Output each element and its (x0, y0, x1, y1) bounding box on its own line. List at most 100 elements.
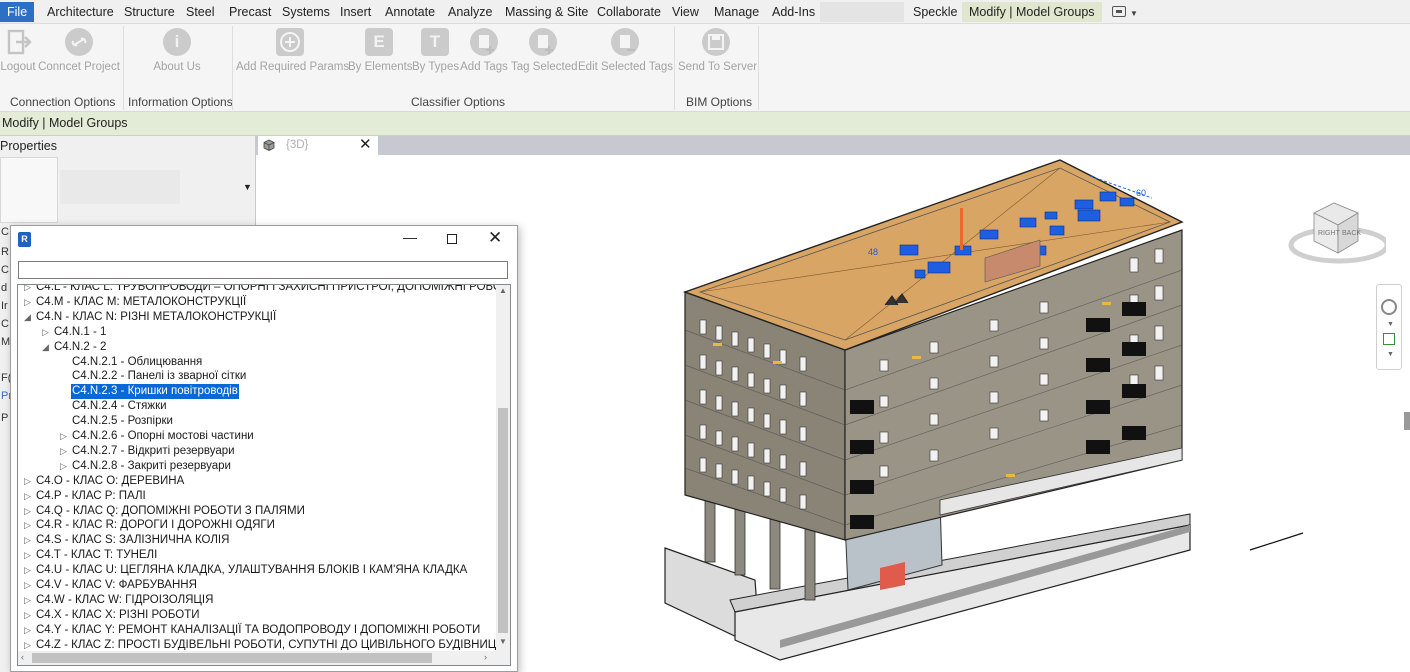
menu-systems[interactable]: Systems (280, 2, 332, 22)
wheel-options-caret-icon[interactable]: ▼ (1387, 321, 1394, 328)
tree-node[interactable]: ▷ C4.V - КЛАС V: ФАРБУВАННЯ (18, 578, 496, 593)
menu-massing-site[interactable]: Massing & Site (503, 2, 590, 22)
tree-node[interactable]: ▷ C4.O - КЛАС O: ДЕРЕВИНА (18, 474, 496, 489)
tab-3d-view[interactable]: {3D} ✕ (258, 136, 378, 155)
by-types-button[interactable]: T By Types (412, 24, 459, 84)
collapsed-arrow-icon[interactable]: ▷ (24, 518, 34, 533)
collapsed-arrow-icon[interactable]: ▷ (24, 489, 34, 504)
quick-access-dropdown[interactable]: ▼ (1112, 6, 1140, 18)
edit-selected-tags-button[interactable]: Edit Selected Tags (578, 24, 673, 84)
collapsed-arrow-icon[interactable]: ▷ (24, 504, 34, 519)
menu-steel[interactable]: Steel (184, 2, 217, 22)
tree-node[interactable]: ▷ C4.N.1 - 1 (18, 325, 496, 340)
scroll-down-icon[interactable]: ▼ (499, 637, 507, 646)
tree-node[interactable]: ▷ C4.U - КЛАС U: ЦЕГЛЯНА КЛАДКА, УЛАШТУВА… (18, 563, 496, 578)
collapsed-arrow-icon[interactable]: ▷ (42, 325, 52, 340)
expanded-arrow-icon[interactable]: ◢ (24, 310, 34, 325)
tree-node[interactable]: ▷ C4.Y - КЛАС Y: РЕМОНТ КАНАЛІЗАЦІЇ ТА ВО… (18, 623, 496, 638)
collapsed-arrow-icon[interactable]: ▷ (24, 608, 34, 623)
menu-structure[interactable]: Structure (122, 2, 177, 22)
collapsed-arrow-icon[interactable]: ▷ (24, 474, 34, 489)
scroll-left-icon[interactable]: ‹ (21, 652, 24, 662)
scroll-right-icon[interactable]: › (484, 652, 487, 662)
menu-redacted-tab[interactable] (820, 2, 904, 22)
classifier-search-input[interactable] (18, 261, 508, 279)
menu-annotate[interactable]: Annotate (383, 2, 437, 22)
type-selector-blurred[interactable] (60, 170, 180, 204)
by-elements-button[interactable]: E By Elements (348, 24, 413, 84)
collapsed-arrow-icon[interactable]: ▷ (24, 548, 34, 563)
logout-button[interactable]: Logout (0, 24, 36, 84)
type-selector-caret-icon[interactable]: ▼ (243, 182, 252, 192)
tree-vertical-scrollbar[interactable]: ▲ ▼ (496, 285, 510, 651)
group-classifier-options: Classifier Options (411, 95, 506, 109)
menu-analyze[interactable]: Analyze (446, 2, 494, 22)
close-tab-icon[interactable]: ✕ (359, 135, 372, 153)
connect-project-button[interactable]: Conncet Project (38, 24, 120, 84)
about-us-button[interactable]: i About Us (146, 24, 208, 84)
scroll-thumb[interactable] (32, 653, 432, 663)
tree-horizontal-scrollbar[interactable]: ‹ › (18, 651, 496, 665)
tag-selected-button[interactable]: Tag Selected (511, 24, 578, 84)
tree-node[interactable]: ▷ C4.M - КЛАС M: МЕТАЛОКОНСТРУКЦІЇ (18, 295, 496, 310)
collapsed-arrow-icon[interactable]: ▷ (24, 533, 34, 548)
menu-architecture[interactable]: Architecture (45, 2, 116, 22)
zoom-region-icon[interactable] (1383, 333, 1395, 345)
tree-node[interactable]: C4.N.2.3 - Кришки повітроводів (18, 384, 496, 400)
collapsed-arrow-icon[interactable]: ▷ (24, 295, 34, 310)
tree-node[interactable]: ▷ C4.P - КЛАС P: ПАЛІ (18, 489, 496, 504)
tree-node[interactable]: ▷ C4.L - КЛАС L: ТРУБОПРОВОДИ – ОПОРНІ І … (18, 285, 496, 295)
collapsed-arrow-icon[interactable]: ▷ (24, 638, 34, 650)
menu-add-ins[interactable]: Add-Ins (770, 2, 817, 22)
tree-node[interactable]: ▷ C4.N.2.6 - Опорні мостові частини (18, 429, 496, 444)
collapsed-arrow-icon[interactable]: ▷ (60, 429, 70, 444)
send-to-server-button[interactable]: Send To Server (678, 24, 757, 84)
close-icon[interactable]: ✕ (488, 228, 502, 248)
tree-node[interactable]: ▷ C4.Q - КЛАС Q: ДОПОМІЖНІ РОБОТИ З ПАЛЯМ… (18, 504, 496, 519)
tree-node[interactable]: ◢ C4.N - КЛАС N: РІЗНІ МЕТАЛОКОНСТРУКЦІЇ (18, 310, 496, 325)
menu-precast[interactable]: Precast (227, 2, 273, 22)
tree-node[interactable]: ▷ C4.X - КЛАС X: РІЗНІ РОБОТИ (18, 608, 496, 623)
menu-manage[interactable]: Manage (712, 2, 761, 22)
menu-file[interactable]: File (0, 2, 35, 22)
steering-wheel-icon[interactable] (1381, 299, 1397, 315)
viewcube-face-right[interactable]: RIGHT (1318, 230, 1341, 237)
collapsed-arrow-icon[interactable]: ▷ (60, 444, 70, 459)
menu-collaborate[interactable]: Collaborate (595, 2, 663, 22)
tree-node[interactable]: ▷ C4.N.2.7 - Відкриті резервуари (18, 444, 496, 459)
collapsed-arrow-icon[interactable]: ▷ (24, 285, 34, 295)
tree-node[interactable]: ▷ C4.S - КЛАС S: ЗАЛІЗНИЧНА КОЛІЯ (18, 533, 496, 548)
type-preview-image (0, 157, 58, 223)
viewcube-icon[interactable]: RIGHT BACK (1286, 195, 1386, 275)
collapsed-arrow-icon[interactable]: ▷ (60, 459, 70, 474)
collapsed-arrow-icon[interactable]: ▷ (24, 563, 34, 578)
tree-node[interactable]: ▷ C4.W - КЛАС W: ГІДРОІЗОЛЯЦІЯ (18, 593, 496, 608)
viewcube-face-back[interactable]: BACK (1342, 230, 1361, 237)
collapsed-arrow-icon[interactable]: ▷ (24, 578, 34, 593)
tree-node[interactable]: ▷ C4.Z - КЛАС Z: ПРОСТІ БУДІВЕЛЬНІ РОБОТИ… (18, 638, 496, 650)
minimize-icon[interactable]: — (403, 229, 417, 245)
menu-insert[interactable]: Insert (338, 2, 373, 22)
collapsed-arrow-icon[interactable]: ▷ (24, 593, 34, 608)
tree-node[interactable]: C4.N.2.1 - Облицювання (18, 355, 496, 370)
menu-modify-model-groups[interactable]: Modify | Model Groups (962, 2, 1102, 22)
zoom-options-caret-icon[interactable]: ▼ (1387, 351, 1394, 358)
collapsed-arrow-icon[interactable]: ▷ (24, 623, 34, 638)
maximize-icon[interactable] (447, 234, 457, 244)
expanded-arrow-icon[interactable]: ◢ (42, 340, 52, 355)
tree-node[interactable]: C4.N.2.2 - Панелі із зварної сітки (18, 369, 496, 384)
add-required-params-button[interactable]: Add Required Params (236, 24, 349, 84)
tree-node[interactable]: ▷ C4.R - КЛАС R: ДОРОГИ І ДОРОЖНІ ОДЯГИ (18, 518, 496, 533)
menu-speckle[interactable]: Speckle (911, 2, 959, 22)
tree-node[interactable]: C4.N.2.4 - Стяжки (18, 399, 496, 414)
dialog-titlebar[interactable]: R — ✕ (11, 226, 517, 254)
tree-node[interactable]: ◢ C4.N.2 - 2 (18, 340, 496, 355)
scroll-up-icon[interactable]: ▲ (499, 286, 507, 295)
tree-node[interactable]: ▷ C4.T - КЛАС T: ТУНЕЛІ (18, 548, 496, 563)
menu-view[interactable]: View (670, 2, 701, 22)
tree-node[interactable]: ▷ C4.N.2.8 - Закриті резервуари (18, 459, 496, 474)
add-tags-button[interactable]: Add Tags (460, 24, 508, 84)
scroll-thumb[interactable] (498, 408, 508, 633)
tree-node[interactable]: C4.N.2.5 - Розпірки (18, 414, 496, 429)
viewport-scroll-indicator[interactable] (1404, 412, 1410, 430)
